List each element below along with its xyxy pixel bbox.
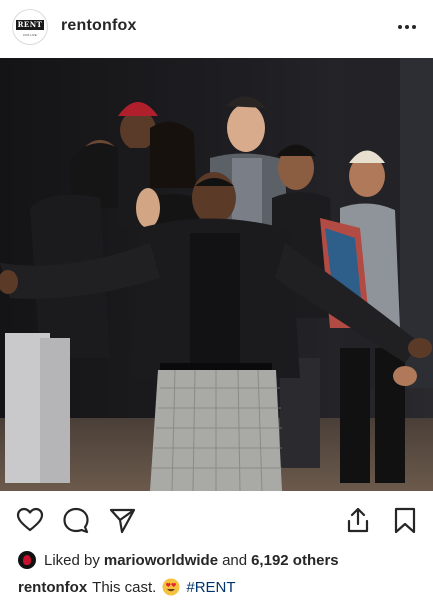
post-username[interactable]: rentonfox [61, 17, 137, 35]
more-options-icon[interactable] [395, 17, 419, 37]
likes-others-count[interactable]: 6,192 others [251, 552, 339, 569]
post-photo[interactable] [0, 58, 433, 491]
comment-icon[interactable] [62, 506, 90, 534]
post-caption: rentonfox This cast. #RENT [18, 578, 236, 596]
liker-username[interactable]: marioworldwide [104, 552, 218, 569]
likes-prefix: Liked by [44, 551, 100, 569]
avatar-logo-sub: FOX LIVE [23, 33, 37, 37]
profile-avatar[interactable]: RENT FOX LIVE [12, 9, 48, 45]
likes-line: Liked by marioworldwide and 6,192 others [18, 550, 343, 570]
bookmark-icon[interactable] [391, 506, 419, 534]
heart-icon[interactable] [16, 506, 44, 534]
caption-text: This cast. [92, 578, 157, 596]
post-actions [0, 500, 433, 538]
post-header: RENT FOX LIVE rentonfox [0, 0, 433, 56]
cast-photo-illustration [0, 58, 433, 491]
upload-icon[interactable] [344, 506, 372, 534]
caption-hashtag[interactable]: #RENT [186, 579, 235, 596]
share-icon[interactable] [108, 506, 136, 534]
avatar-logo: RENT [16, 20, 44, 30]
caption-username[interactable]: rentonfox [18, 579, 87, 596]
liker-avatar[interactable] [18, 551, 36, 569]
likes-connector: and [222, 551, 248, 569]
heart-eyes-emoji-icon [162, 578, 180, 596]
